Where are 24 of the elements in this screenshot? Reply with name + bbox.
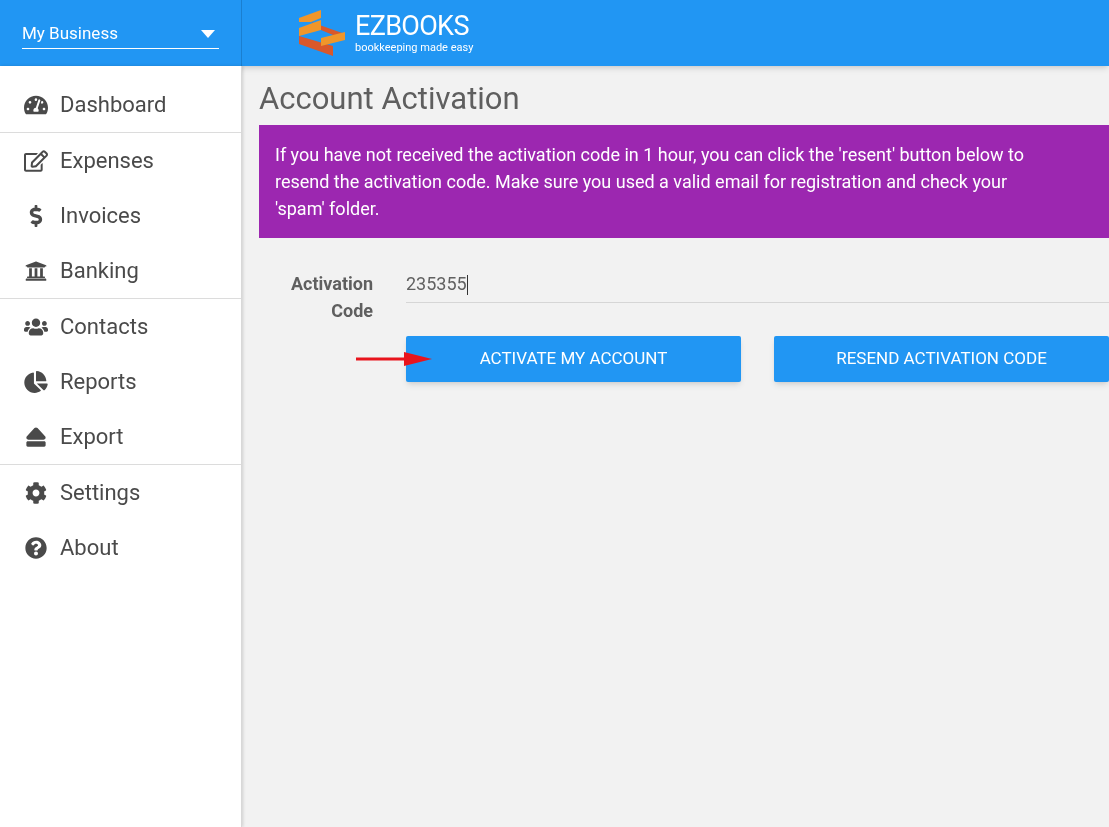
help-icon (24, 536, 48, 559)
edit-icon (24, 149, 48, 172)
eject-icon (24, 425, 48, 448)
settings-icon (24, 481, 48, 504)
caret-icon (201, 29, 215, 38)
sidebar-item[interactable]: Expenses (0, 133, 241, 188)
notice-banner: If you have not received the activation code in 1 hour, you can click the 'resent' button below to resend the activation code. Make sure you used a valid email for registration and check your 'spam' folder. (259, 124, 1109, 238)
logo-name: EZBOOKS (355, 13, 470, 40)
sidebar-item[interactable]: Reports (0, 354, 241, 409)
sidebar-item[interactable]: Banking (0, 243, 241, 298)
sidebar-item[interactable]: Export (0, 409, 241, 464)
bank-icon (24, 259, 48, 282)
logo-tagline: bookkeeping made easy (355, 42, 474, 53)
dashboard-icon (24, 93, 48, 116)
sidebar-item[interactable]: Contacts (0, 299, 241, 354)
page-title: Account Activation (259, 80, 521, 119)
sidebar-item[interactable]: Invoices (0, 188, 241, 243)
sidebar-item[interactable]: About (0, 520, 241, 575)
field-label: Activation Code (289, 271, 373, 323)
pie-chart-icon (24, 370, 48, 393)
sidebar-item[interactable]: Dashboard (0, 77, 241, 132)
activation-code-input[interactable]: 235355 (406, 269, 1109, 303)
sidebar-item[interactable]: Settings (0, 465, 241, 520)
logo-icon (297, 10, 347, 56)
